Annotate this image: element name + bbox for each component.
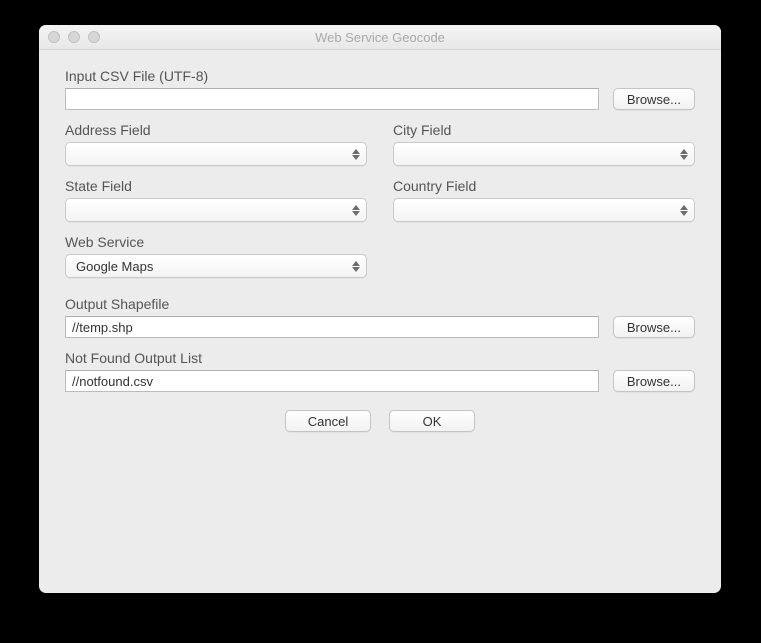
city-field-select[interactable] [393,142,695,166]
chevron-updown-icon [346,255,366,277]
browse-input-csv-button[interactable]: Browse... [613,88,695,110]
minimize-icon[interactable] [68,31,80,43]
input-csv-label: Input CSV File (UTF-8) [65,68,599,84]
state-field-label: State Field [65,178,367,194]
web-service-select[interactable]: Google Maps [65,254,367,278]
close-icon[interactable] [48,31,60,43]
country-field-select[interactable] [393,198,695,222]
not-found-field[interactable] [65,370,599,392]
input-csv-field[interactable] [65,88,599,110]
state-field-select[interactable] [65,198,367,222]
dialog-window: Web Service Geocode Input CSV File (UTF-… [39,25,721,593]
dialog-body: Input CSV File (UTF-8) Browse... Address… [39,50,721,432]
browse-output-shapefile-button[interactable]: Browse... [613,316,695,338]
output-shapefile-label: Output Shapefile [65,296,599,312]
window-title: Web Service Geocode [315,30,445,45]
web-service-label: Web Service [65,234,367,250]
browse-not-found-button[interactable]: Browse... [613,370,695,392]
not-found-label: Not Found Output List [65,350,599,366]
chevron-updown-icon [674,143,694,165]
country-field-label: Country Field [393,178,695,194]
traffic-lights [48,31,100,43]
chevron-updown-icon [674,199,694,221]
web-service-value: Google Maps [76,259,153,274]
ok-button[interactable]: OK [389,410,475,432]
zoom-icon[interactable] [88,31,100,43]
output-shapefile-field[interactable] [65,316,599,338]
chevron-updown-icon [346,199,366,221]
city-field-label: City Field [393,122,695,138]
address-field-label: Address Field [65,122,367,138]
chevron-updown-icon [346,143,366,165]
address-field-select[interactable] [65,142,367,166]
dialog-footer: Cancel OK [65,410,695,432]
titlebar: Web Service Geocode [39,25,721,50]
cancel-button[interactable]: Cancel [285,410,371,432]
